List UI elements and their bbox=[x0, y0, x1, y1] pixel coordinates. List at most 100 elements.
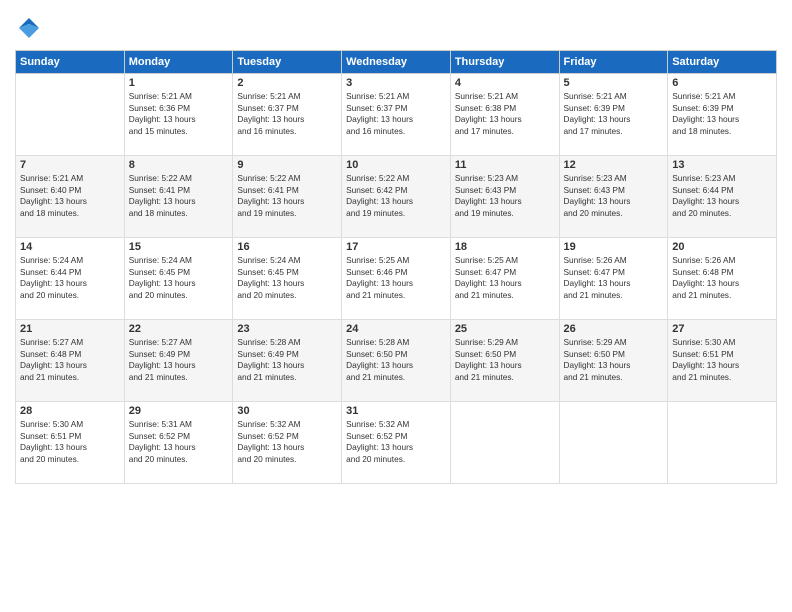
calendar-cell: 7 Sunrise: 5:21 AM Sunset: 6:40 PM Daylig… bbox=[16, 156, 125, 238]
calendar-cell: 18 Sunrise: 5:25 AM Sunset: 6:47 PM Dayli… bbox=[450, 238, 559, 320]
calendar-cell: 4Sunrise: 5:21 AM Sunset: 6:38 PM Daylig… bbox=[450, 74, 559, 156]
calendar-cell: 28Sunrise: 5:30 AM Sunset: 6:51 PM Dayli… bbox=[16, 402, 125, 484]
day-number: 17 bbox=[346, 241, 446, 253]
day-number: 15 bbox=[129, 241, 229, 253]
day-number: 19 bbox=[564, 241, 664, 253]
calendar-cell: 11 Sunrise: 5:23 AM Sunset: 6:43 PM Dayli… bbox=[450, 156, 559, 238]
day-number: 26 bbox=[564, 323, 664, 335]
day-number: 6 bbox=[672, 77, 772, 89]
calendar-cell bbox=[668, 402, 777, 484]
day-number: 8 bbox=[129, 159, 229, 171]
calendar-cell: 29 Sunrise: 5:31 AM Sunset: 6:52 PM Dayli… bbox=[124, 402, 233, 484]
week-row-1: 1 Sunrise: 5:21 AM Sunset: 6:36 PM Daylig… bbox=[16, 74, 777, 156]
calendar-cell: 27 Sunrise: 5:30 AM Sunset: 6:51 PM Dayli… bbox=[668, 320, 777, 402]
day-info: Sunrise: 5:26 AM Sunset: 6:47 PM Dayligh… bbox=[564, 255, 664, 301]
day-number: 22 bbox=[129, 323, 229, 335]
week-row-4: 21 Sunrise: 5:27 AM Sunset: 6:48 PM Dayli… bbox=[16, 320, 777, 402]
day-number: 24 bbox=[346, 323, 446, 335]
header-day-thursday: Thursday bbox=[450, 51, 559, 74]
day-info: Sunrise: 5:22 AM Sunset: 6:41 PM Dayligh… bbox=[129, 173, 229, 219]
calendar-cell bbox=[16, 74, 125, 156]
day-number: 29 bbox=[129, 405, 229, 417]
calendar-cell: 31 Sunrise: 5:32 AM Sunset: 6:52 PM Dayli… bbox=[342, 402, 451, 484]
week-row-2: 7 Sunrise: 5:21 AM Sunset: 6:40 PM Daylig… bbox=[16, 156, 777, 238]
day-info: Sunrise: 5:30 AM Sunset: 6:51 PM Dayligh… bbox=[672, 337, 772, 383]
calendar-cell: 12 Sunrise: 5:23 AM Sunset: 6:43 PM Dayli… bbox=[559, 156, 668, 238]
day-info: Sunrise: 5:27 AM Sunset: 6:48 PM Dayligh… bbox=[20, 337, 120, 383]
logo-icon bbox=[15, 14, 43, 42]
day-info: Sunrise: 5:32 AM Sunset: 6:52 PM Dayligh… bbox=[346, 419, 446, 465]
day-info: Sunrise: 5:25 AM Sunset: 6:46 PM Dayligh… bbox=[346, 255, 446, 301]
calendar-cell: 15 Sunrise: 5:24 AM Sunset: 6:45 PM Dayli… bbox=[124, 238, 233, 320]
day-info: Sunrise: 5:24 AM Sunset: 6:45 PM Dayligh… bbox=[129, 255, 229, 301]
day-info: Sunrise: 5:29 AM Sunset: 6:50 PM Dayligh… bbox=[564, 337, 664, 383]
calendar-cell: 19 Sunrise: 5:26 AM Sunset: 6:47 PM Dayli… bbox=[559, 238, 668, 320]
calendar-cell: 8 Sunrise: 5:22 AM Sunset: 6:41 PM Daylig… bbox=[124, 156, 233, 238]
day-number: 30 bbox=[237, 405, 337, 417]
day-number: 27 bbox=[672, 323, 772, 335]
day-info: Sunrise: 5:24 AM Sunset: 6:45 PM Dayligh… bbox=[237, 255, 337, 301]
header-day-saturday: Saturday bbox=[668, 51, 777, 74]
day-number: 20 bbox=[672, 241, 772, 253]
day-info: Sunrise: 5:29 AM Sunset: 6:50 PM Dayligh… bbox=[455, 337, 555, 383]
day-number: 3 bbox=[346, 77, 446, 89]
day-number: 10 bbox=[346, 159, 446, 171]
day-number: 21 bbox=[20, 323, 120, 335]
day-info: Sunrise: 5:28 AM Sunset: 6:49 PM Dayligh… bbox=[237, 337, 337, 383]
header bbox=[15, 10, 777, 42]
calendar-cell: 21 Sunrise: 5:27 AM Sunset: 6:48 PM Dayli… bbox=[16, 320, 125, 402]
calendar-cell: 13Sunrise: 5:23 AM Sunset: 6:44 PM Dayli… bbox=[668, 156, 777, 238]
day-number: 7 bbox=[20, 159, 120, 171]
day-info: Sunrise: 5:21 AM Sunset: 6:40 PM Dayligh… bbox=[20, 173, 120, 219]
day-number: 11 bbox=[455, 159, 555, 171]
calendar-cell: 26 Sunrise: 5:29 AM Sunset: 6:50 PM Dayli… bbox=[559, 320, 668, 402]
day-number: 31 bbox=[346, 405, 446, 417]
day-number: 23 bbox=[237, 323, 337, 335]
logo bbox=[15, 14, 47, 42]
header-day-tuesday: Tuesday bbox=[233, 51, 342, 74]
calendar-cell: 30 Sunrise: 5:32 AM Sunset: 6:52 PM Dayli… bbox=[233, 402, 342, 484]
header-day-wednesday: Wednesday bbox=[342, 51, 451, 74]
day-number: 13 bbox=[672, 159, 772, 171]
day-info: Sunrise: 5:21 AM Sunset: 6:39 PM Dayligh… bbox=[672, 91, 772, 137]
day-info: Sunrise: 5:22 AM Sunset: 6:41 PM Dayligh… bbox=[237, 173, 337, 219]
calendar-cell: 24 Sunrise: 5:28 AM Sunset: 6:50 PM Dayli… bbox=[342, 320, 451, 402]
week-row-5: 28Sunrise: 5:30 AM Sunset: 6:51 PM Dayli… bbox=[16, 402, 777, 484]
day-info: Sunrise: 5:27 AM Sunset: 6:49 PM Dayligh… bbox=[129, 337, 229, 383]
day-info: Sunrise: 5:21 AM Sunset: 6:37 PM Dayligh… bbox=[346, 91, 446, 137]
calendar-cell: 22 Sunrise: 5:27 AM Sunset: 6:49 PM Dayli… bbox=[124, 320, 233, 402]
day-number: 1 bbox=[129, 77, 229, 89]
day-info: Sunrise: 5:23 AM Sunset: 6:43 PM Dayligh… bbox=[455, 173, 555, 219]
calendar-table: SundayMondayTuesdayWednesdayThursdayFrid… bbox=[15, 50, 777, 484]
header-day-friday: Friday bbox=[559, 51, 668, 74]
day-info: Sunrise: 5:28 AM Sunset: 6:50 PM Dayligh… bbox=[346, 337, 446, 383]
day-info: Sunrise: 5:23 AM Sunset: 6:43 PM Dayligh… bbox=[564, 173, 664, 219]
day-info: Sunrise: 5:22 AM Sunset: 6:42 PM Dayligh… bbox=[346, 173, 446, 219]
day-number: 12 bbox=[564, 159, 664, 171]
header-row: SundayMondayTuesdayWednesdayThursdayFrid… bbox=[16, 51, 777, 74]
day-number: 14 bbox=[20, 241, 120, 253]
calendar-cell: 20 Sunrise: 5:26 AM Sunset: 6:48 PM Dayli… bbox=[668, 238, 777, 320]
day-info: Sunrise: 5:26 AM Sunset: 6:48 PM Dayligh… bbox=[672, 255, 772, 301]
calendar-cell: 2Sunrise: 5:21 AM Sunset: 6:37 PM Daylig… bbox=[233, 74, 342, 156]
header-day-sunday: Sunday bbox=[16, 51, 125, 74]
calendar-cell: 25 Sunrise: 5:29 AM Sunset: 6:50 PM Dayli… bbox=[450, 320, 559, 402]
calendar-cell: 3 Sunrise: 5:21 AM Sunset: 6:37 PM Daylig… bbox=[342, 74, 451, 156]
calendar-cell: 9 Sunrise: 5:22 AM Sunset: 6:41 PM Daylig… bbox=[233, 156, 342, 238]
day-number: 4 bbox=[455, 77, 555, 89]
day-number: 18 bbox=[455, 241, 555, 253]
day-number: 9 bbox=[237, 159, 337, 171]
page-container: SundayMondayTuesdayWednesdayThursdayFrid… bbox=[0, 0, 792, 612]
day-number: 25 bbox=[455, 323, 555, 335]
day-info: Sunrise: 5:30 AM Sunset: 6:51 PM Dayligh… bbox=[20, 419, 120, 465]
day-number: 5 bbox=[564, 77, 664, 89]
day-info: Sunrise: 5:32 AM Sunset: 6:52 PM Dayligh… bbox=[237, 419, 337, 465]
day-number: 16 bbox=[237, 241, 337, 253]
calendar-cell: 1 Sunrise: 5:21 AM Sunset: 6:36 PM Daylig… bbox=[124, 74, 233, 156]
header-day-monday: Monday bbox=[124, 51, 233, 74]
day-info: Sunrise: 5:21 AM Sunset: 6:39 PM Dayligh… bbox=[564, 91, 664, 137]
day-info: Sunrise: 5:25 AM Sunset: 6:47 PM Dayligh… bbox=[455, 255, 555, 301]
day-info: Sunrise: 5:24 AM Sunset: 6:44 PM Dayligh… bbox=[20, 255, 120, 301]
day-info: Sunrise: 5:21 AM Sunset: 6:36 PM Dayligh… bbox=[129, 91, 229, 137]
day-info: Sunrise: 5:31 AM Sunset: 6:52 PM Dayligh… bbox=[129, 419, 229, 465]
